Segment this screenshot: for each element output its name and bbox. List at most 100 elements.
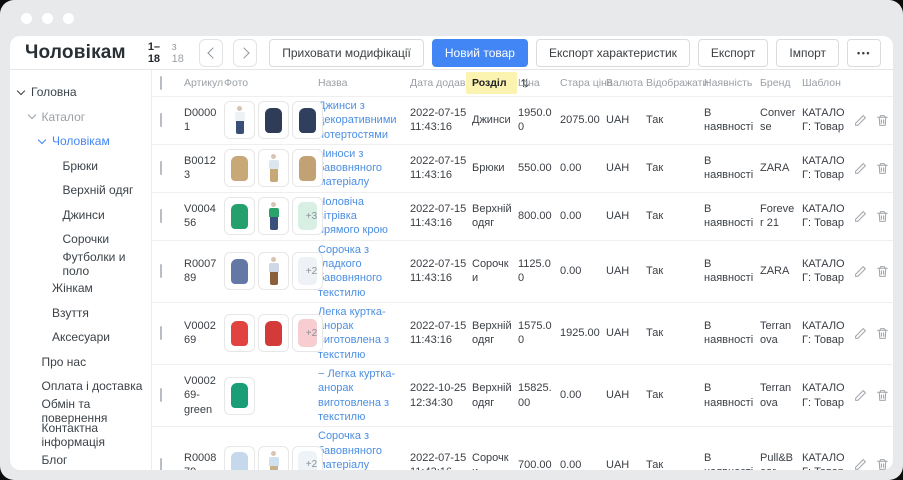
delete-icon[interactable]: [876, 265, 889, 278]
sidebar-item[interactable]: Сорочки: [10, 227, 151, 252]
cell-date-added: 2022-07-1511:43:16: [410, 154, 472, 183]
column-header-price[interactable]: Ціна: [518, 77, 560, 89]
header-button[interactable]: Експорт характеристик: [536, 39, 690, 67]
column-header-section[interactable]: Розділ⇅: [472, 72, 518, 94]
row-checkbox[interactable]: [160, 458, 162, 470]
row-checkbox[interactable]: [160, 209, 162, 223]
column-header-display[interactable]: Відображати: [646, 77, 704, 89]
product-photo-thumbnail[interactable]: [224, 446, 255, 470]
pagination-prev-button[interactable]: [199, 39, 223, 67]
sidebar-item[interactable]: Обмін та повернення: [10, 399, 151, 424]
sidebar-item[interactable]: Каталог: [10, 105, 151, 130]
more-photos-badge[interactable]: +3: [292, 197, 323, 235]
products-table: АртикулФотоНазваДата додаванняРозділ⇅Цін…: [152, 70, 893, 470]
traffic-light-dot[interactable]: [21, 13, 32, 24]
column-header-template[interactable]: Шаблон: [802, 77, 854, 89]
edit-icon[interactable]: [854, 327, 867, 340]
sidebar-item[interactable]: Жінкам: [10, 276, 151, 301]
more-photos-badge[interactable]: +2: [292, 252, 323, 290]
product-photo-thumbnail[interactable]: [224, 314, 255, 352]
product-name-link[interactable]: − Легка куртка-анорак виготовлена з текс…: [318, 367, 405, 424]
sidebar-item[interactable]: Чоловікам: [10, 129, 151, 154]
delete-icon[interactable]: [876, 389, 889, 402]
delete-icon[interactable]: [876, 210, 889, 223]
header-button[interactable]: Приховати модифікації: [269, 39, 424, 67]
column-header-photo[interactable]: Фото: [224, 77, 318, 89]
cell-old-price: 0.00: [560, 209, 606, 223]
sidebar-item[interactable]: Про нас: [10, 350, 151, 375]
row-checkbox[interactable]: [160, 113, 162, 127]
pagination-next-button[interactable]: [233, 39, 257, 67]
product-photo-thumbnail[interactable]: [224, 377, 255, 415]
edit-icon[interactable]: [854, 114, 867, 127]
column-header-sku[interactable]: Артикул: [184, 77, 224, 89]
column-header-old_price[interactable]: Стара ціна: [560, 77, 606, 89]
row-checkbox[interactable]: [160, 388, 162, 402]
product-photo-thumbnail[interactable]: [224, 149, 255, 187]
edit-icon[interactable]: [854, 389, 867, 402]
product-photo-thumbnail[interactable]: [258, 101, 289, 139]
header-button[interactable]: Імпорт: [776, 39, 839, 67]
product-name-link[interactable]: Сорочка з бавовняного матеріалу притален…: [318, 429, 405, 470]
product-photo-thumbnail[interactable]: [224, 197, 255, 235]
sidebar-item[interactable]: Взуття: [10, 301, 151, 326]
product-photo-thumbnail[interactable]: [224, 101, 255, 139]
cell-currency: UAH: [606, 209, 646, 223]
edit-icon[interactable]: [854, 458, 867, 470]
header-button[interactable]: Експорт: [698, 39, 768, 67]
row-checkbox[interactable]: [160, 161, 162, 175]
sidebar-item[interactable]: Аксесуари: [10, 325, 151, 350]
chevron-down-icon: [29, 454, 42, 466]
delete-icon[interactable]: [876, 114, 889, 127]
edit-icon[interactable]: [854, 210, 867, 223]
sidebar-item[interactable]: Верхній одяг: [10, 178, 151, 203]
select-all-checkbox[interactable]: [160, 76, 162, 90]
product-name-link[interactable]: Чиноси з бавовняного матеріалу: [318, 147, 405, 190]
product-photo-thumbnail[interactable]: [258, 252, 289, 290]
product-photo-thumbnail[interactable]: [258, 197, 289, 235]
column-header-brand[interactable]: Бренд: [760, 77, 802, 89]
sidebar-item[interactable]: Оплата і доставка: [10, 374, 151, 399]
product-name-link[interactable]: Легка куртка-анорак виготовлена з тексти…: [318, 305, 405, 362]
column-header-date[interactable]: Дата додавання: [410, 77, 472, 89]
column-header-name[interactable]: Назва: [318, 77, 410, 89]
cell-currency: UAH: [606, 113, 646, 127]
product-photo-thumbnail[interactable]: [258, 314, 289, 352]
cell-section: Верхній одяг: [472, 202, 518, 231]
product-photo-thumbnail[interactable]: [258, 149, 289, 187]
product-photo-thumbnail[interactable]: [292, 101, 323, 139]
product-photo-thumbnail[interactable]: [224, 252, 255, 290]
column-header-availability[interactable]: Наявність: [704, 77, 760, 89]
delete-icon[interactable]: [876, 162, 889, 175]
sidebar-item[interactable]: Футболки и поло: [10, 252, 151, 277]
cell-availability: В наявності: [704, 319, 760, 348]
sidebar-item[interactable]: Головна: [10, 80, 151, 105]
sidebar-item-label: Чоловікам: [52, 134, 110, 148]
sidebar-item-label: Футболки и поло: [63, 250, 152, 278]
more-photos-badge[interactable]: +2: [292, 314, 323, 352]
cell-brand: Converse: [760, 106, 802, 135]
column-header-currency[interactable]: Валюта: [606, 77, 646, 89]
sidebar-item[interactable]: Блог: [10, 448, 151, 471]
sidebar-item[interactable]: Брюки: [10, 154, 151, 179]
product-photo-thumbnail[interactable]: [292, 149, 323, 187]
header-button[interactable]: Новий товар: [432, 39, 528, 67]
product-name-link[interactable]: Сорочка з гладкого бавовняного текстилю: [318, 243, 405, 300]
edit-icon[interactable]: [854, 265, 867, 278]
traffic-light-dot[interactable]: [42, 13, 53, 24]
product-name-link[interactable]: Джинси з декоративними потертостями: [318, 99, 405, 142]
cell-price: 1575.00: [518, 319, 560, 348]
sidebar-item[interactable]: Джинси: [10, 203, 151, 228]
delete-icon[interactable]: [876, 327, 889, 340]
more-photos-badge[interactable]: +2: [292, 446, 323, 470]
product-photo-thumbnail[interactable]: [258, 446, 289, 470]
traffic-light-dot[interactable]: [63, 13, 74, 24]
row-checkbox[interactable]: [160, 326, 162, 340]
row-checkbox[interactable]: [160, 264, 162, 278]
more-actions-button[interactable]: •••: [847, 39, 881, 67]
window-controls: [21, 13, 74, 24]
sidebar-item[interactable]: Контактна інформація: [10, 423, 151, 448]
edit-icon[interactable]: [854, 162, 867, 175]
product-name-link[interactable]: Чоловіча вітрівка прямого крою: [318, 195, 405, 238]
delete-icon[interactable]: [876, 458, 889, 470]
